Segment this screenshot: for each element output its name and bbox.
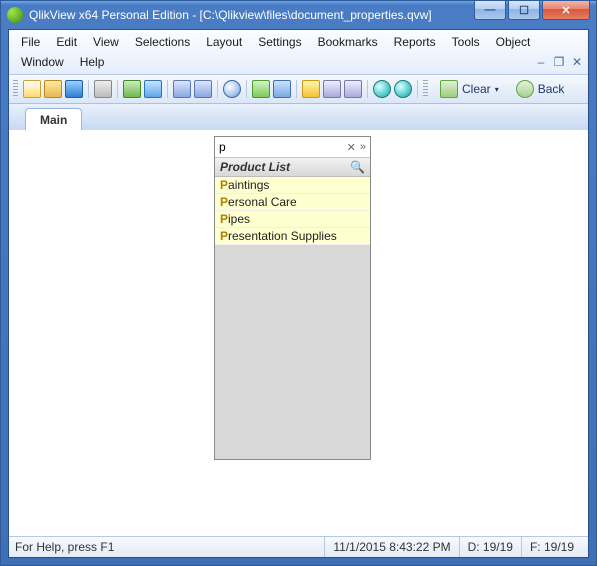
toolbar-separator: [117, 80, 118, 98]
back-label: Back: [538, 82, 565, 96]
clear-icon: [440, 80, 458, 98]
list-item[interactable]: Paintings: [215, 177, 370, 194]
close-button[interactable]: ✕: [542, 1, 590, 20]
back-icon: [516, 80, 534, 98]
edit-script-icon[interactable]: [123, 80, 141, 98]
menu-tools[interactable]: Tools: [444, 32, 488, 52]
app-icon: [7, 7, 23, 23]
open-icon[interactable]: [44, 80, 62, 98]
search-icon[interactable]: [223, 80, 241, 98]
tab-label: Main: [40, 113, 67, 127]
listbox-caption[interactable]: Product List 🔍: [215, 158, 370, 177]
toolbar-grip[interactable]: [423, 80, 428, 98]
quick-chart-icon[interactable]: [273, 80, 291, 98]
help-icon[interactable]: [373, 80, 391, 98]
app-window: QlikView x64 Personal Edition - [C:\Qlik…: [0, 0, 597, 566]
menu-file[interactable]: File: [13, 32, 48, 52]
toolbar-separator: [417, 80, 418, 98]
print-icon[interactable]: [94, 80, 112, 98]
mdi-restore-button[interactable]: ❐: [552, 53, 566, 71]
toolbar-separator: [296, 80, 297, 98]
list-item-text: aintings: [228, 178, 269, 192]
listbox-search-bar: ✕ »: [215, 137, 370, 158]
menu-bookmarks[interactable]: Bookmarks: [310, 32, 386, 52]
current-selections-icon[interactable]: [252, 80, 270, 98]
listbox-title: Product List: [220, 160, 290, 174]
toolbar-separator: [167, 80, 168, 98]
menu-object[interactable]: Object: [488, 32, 539, 52]
minimize-button[interactable]: —: [474, 1, 506, 20]
menu-help[interactable]: Help: [72, 52, 113, 72]
status-help: For Help, press F1: [15, 537, 324, 557]
toolbar-separator: [88, 80, 89, 98]
statusbar: For Help, press F1 11/1/2015 8:43:22 PM …: [9, 536, 588, 557]
menu-view[interactable]: View: [85, 32, 127, 52]
window-controls: — ☐ ✕: [472, 1, 590, 20]
mdi-minimize-button[interactable]: –: [534, 53, 548, 71]
search-icon[interactable]: 🔍: [350, 160, 365, 174]
reload-icon[interactable]: [144, 80, 162, 98]
save-icon[interactable]: [65, 80, 83, 98]
sheet-canvas[interactable]: ✕ » Product List 🔍 Paintings Personal Ca…: [9, 130, 588, 537]
whats-this-icon[interactable]: [394, 80, 412, 98]
layout-icon[interactable]: [323, 80, 341, 98]
dropdown-icon: ▾: [495, 85, 499, 94]
toolbar-separator: [246, 80, 247, 98]
menu-layout[interactable]: Layout: [198, 32, 250, 52]
bookmark-icon[interactable]: [302, 80, 320, 98]
toolbar-separator: [217, 80, 218, 98]
menu-selections[interactable]: Selections: [127, 32, 198, 52]
mdi-close-button[interactable]: ✕: [570, 53, 584, 71]
menu-window[interactable]: Window: [13, 52, 72, 72]
toolbar: Clear ▾ Back: [9, 75, 588, 104]
maximize-button[interactable]: ☐: [508, 1, 540, 20]
list-item[interactable]: Personal Care: [215, 194, 370, 211]
mdi-controls: – ❐ ✕: [534, 53, 584, 71]
list-item[interactable]: Pipes: [215, 211, 370, 228]
menu-settings[interactable]: Settings: [250, 32, 309, 52]
tab-main[interactable]: Main: [25, 108, 82, 132]
redo-icon[interactable]: [194, 80, 212, 98]
list-item-text: ipes: [228, 212, 250, 226]
clear-label: Clear: [462, 82, 491, 96]
listbox-body: Paintings Personal Care Pipes Presentati…: [215, 177, 370, 459]
new-icon[interactable]: [23, 80, 41, 98]
list-item[interactable]: Presentation Supplies: [215, 228, 370, 245]
undo-icon[interactable]: [173, 80, 191, 98]
menu-reports[interactable]: Reports: [386, 32, 444, 52]
clear-button[interactable]: Clear ▾: [433, 78, 506, 100]
menubar: File Edit View Selections Layout Setting…: [9, 30, 588, 75]
window-title: QlikView x64 Personal Edition - [C:\Qlik…: [29, 8, 432, 22]
menu-edit[interactable]: Edit: [48, 32, 85, 52]
list-item-text: ersonal Care: [228, 195, 297, 209]
status-f: F: 19/19: [521, 537, 582, 557]
list-item-text: resentation Supplies: [228, 229, 337, 243]
listbox-search-input[interactable]: [219, 140, 343, 154]
expand-search-icon[interactable]: »: [360, 141, 366, 153]
client-area: File Edit View Selections Layout Setting…: [8, 29, 589, 558]
toolbar-grip[interactable]: [13, 80, 18, 98]
notes-icon[interactable]: [344, 80, 362, 98]
sheet-tabstrip: Main: [9, 104, 588, 131]
back-button[interactable]: Back: [509, 78, 572, 100]
clear-search-icon[interactable]: ✕: [347, 141, 356, 154]
listbox-product-list[interactable]: ✕ » Product List 🔍 Paintings Personal Ca…: [214, 136, 371, 460]
toolbar-separator: [367, 80, 368, 98]
status-time: 11/1/2015 8:43:22 PM: [324, 537, 458, 557]
status-d: D: 19/19: [459, 537, 521, 557]
